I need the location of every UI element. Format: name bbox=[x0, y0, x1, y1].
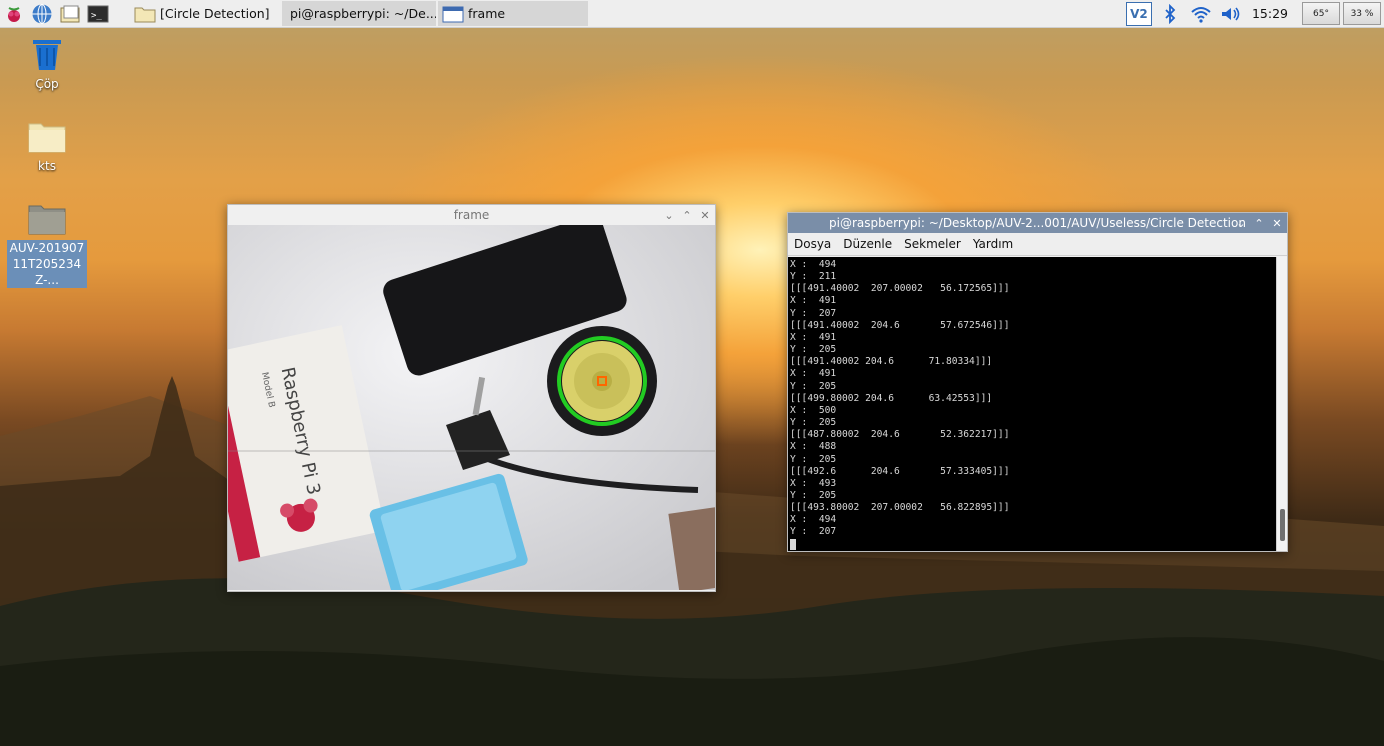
terminal-launcher-button[interactable]: >_ bbox=[84, 0, 112, 27]
desktop-icon-auv[interactable]: AUV-20190711T205234Z-... bbox=[7, 200, 87, 288]
wheel-object bbox=[547, 326, 657, 436]
frame-window[interactable]: frame ⌄ ⌃ ✕ Raspberry Pi 3 Model B bbox=[227, 204, 716, 592]
wifi-icon[interactable] bbox=[1190, 4, 1212, 24]
terminal-line: X : 491 bbox=[790, 331, 837, 343]
folder-icon bbox=[134, 7, 156, 22]
close-icon[interactable]: ✕ bbox=[1271, 217, 1283, 230]
web-browser-button[interactable] bbox=[28, 0, 56, 27]
terminal-line: X : 494 bbox=[790, 514, 837, 526]
system-tray: V2 15:29 65° 33 % bbox=[1125, 0, 1384, 27]
svg-text:>_: >_ bbox=[91, 11, 102, 21]
desktop-icon-kts[interactable]: kts bbox=[7, 118, 87, 174]
taskbar: >_ [Circle Detection] >_ pi@raspberrypi:… bbox=[0, 0, 1384, 28]
terminal-line: [[[499.80002 204.6 63.42553]]] bbox=[790, 392, 993, 404]
window-title: frame bbox=[453, 208, 490, 222]
cpu-usage-meter: 33 % bbox=[1343, 2, 1381, 25]
terminal-line: Y : 211 bbox=[790, 271, 837, 283]
desktop-icon-trash[interactable]: Çöp bbox=[7, 36, 87, 92]
desktop-icon-label: Çöp bbox=[35, 77, 59, 91]
task-label: [Circle Detection] bbox=[160, 6, 270, 21]
terminal-line: X : 491 bbox=[790, 368, 837, 380]
folder-icon bbox=[28, 205, 66, 235]
volume-icon[interactable] bbox=[1220, 4, 1242, 24]
window-title: pi@raspberrypi: ~/Desktop/AUV-2...001/AU… bbox=[829, 216, 1246, 230]
file-manager-icon bbox=[60, 5, 80, 22]
terminal-cursor bbox=[790, 538, 796, 550]
vnc-icon[interactable]: V2 bbox=[1125, 1, 1152, 26]
desktop-icon-label: kts bbox=[38, 159, 56, 173]
scrollbar-thumb[interactable] bbox=[1280, 509, 1285, 541]
close-icon[interactable]: ✕ bbox=[699, 209, 711, 222]
terminal-line: X : 500 bbox=[790, 404, 837, 416]
menu-file[interactable]: Dosya bbox=[788, 237, 837, 251]
task-label: pi@raspberrypi: ~/De... bbox=[290, 6, 436, 21]
file-manager-button[interactable] bbox=[56, 0, 84, 27]
terminal-line: Y : 205 bbox=[790, 453, 837, 465]
raspberry-menu-button[interactable] bbox=[0, 0, 28, 27]
terminal-line: Y : 205 bbox=[790, 380, 837, 392]
minimize-icon[interactable]: ⌄ bbox=[663, 209, 675, 222]
clock[interactable]: 15:29 bbox=[1252, 6, 1288, 21]
folder-icon bbox=[28, 123, 66, 153]
maximize-icon[interactable]: ⌃ bbox=[681, 209, 693, 222]
terminal-output[interactable]: X : 494 Y : 211 [[[491.40002 207.00002 56.… bbox=[788, 257, 1277, 551]
raspberry-menu-icon bbox=[8, 6, 20, 22]
menu-tabs[interactable]: Sekmeler bbox=[898, 237, 967, 251]
terminal-line: [[[491.40002 204.6 71.80334]]] bbox=[790, 356, 993, 368]
cpu-temp-meter: 65° bbox=[1302, 2, 1340, 25]
terminal-window[interactable]: pi@raspberrypi: ~/Desktop/AUV-2...001/AU… bbox=[787, 212, 1288, 552]
terminal-line: X : 493 bbox=[790, 477, 837, 489]
web-browser-icon bbox=[32, 3, 52, 24]
terminal-line: Y : 207 bbox=[790, 307, 837, 319]
terminal-icon: >_ bbox=[87, 5, 109, 22]
window-titlebar[interactable]: frame ⌄ ⌃ ✕ bbox=[228, 205, 715, 225]
camera-frame: Raspberry Pi 3 Model B bbox=[228, 225, 715, 590]
terminal-line: [[[491.40002 207.00002 56.172565]]] bbox=[790, 283, 1010, 295]
task-label: frame bbox=[468, 6, 506, 21]
terminal-line: [[[487.80002 204.6 52.362217]]] bbox=[790, 429, 1010, 441]
terminal-line: Y : 205 bbox=[790, 344, 837, 356]
terminal-line: X : 491 bbox=[790, 295, 837, 307]
menu-edit[interactable]: Düzenle bbox=[837, 237, 898, 251]
minimize-icon[interactable]: ⌄ bbox=[1235, 217, 1247, 230]
window-icon bbox=[442, 6, 464, 22]
maximize-icon[interactable]: ⌃ bbox=[1253, 217, 1265, 230]
terminal-line: Y : 207 bbox=[790, 526, 837, 538]
terminal-line: Y : 205 bbox=[790, 489, 837, 501]
bluetooth-icon[interactable] bbox=[1162, 3, 1178, 24]
terminal-cursor-line bbox=[790, 538, 1277, 551]
terminal-line: [[[493.80002 207.00002 56.822895]]] bbox=[790, 502, 1010, 514]
terminal-menubar: Dosya Düzenle Sekmeler Yardım bbox=[788, 233, 1287, 256]
desktop-icon-label: AUV-20190711T205234Z-... bbox=[7, 240, 87, 288]
terminal-line: X : 494 bbox=[790, 259, 837, 270]
menu-help[interactable]: Yardım bbox=[967, 237, 1019, 251]
window-titlebar[interactable]: pi@raspberrypi: ~/Desktop/AUV-2...001/AU… bbox=[788, 213, 1287, 233]
task-terminal[interactable]: >_ pi@raspberrypi: ~/De... bbox=[282, 1, 436, 26]
trash-icon bbox=[33, 40, 61, 70]
task-circle-detection[interactable]: [Circle Detection] bbox=[130, 1, 280, 26]
terminal-line: X : 488 bbox=[790, 441, 837, 453]
terminal-line: [[[491.40002 204.6 57.672546]]] bbox=[790, 319, 1010, 331]
terminal-line: Y : 205 bbox=[790, 417, 837, 429]
task-frame[interactable]: frame bbox=[438, 1, 588, 26]
terminal-line: [[[492.6 204.6 57.333405]]] bbox=[790, 465, 1010, 477]
terminal-scrollbar[interactable] bbox=[1276, 257, 1287, 551]
